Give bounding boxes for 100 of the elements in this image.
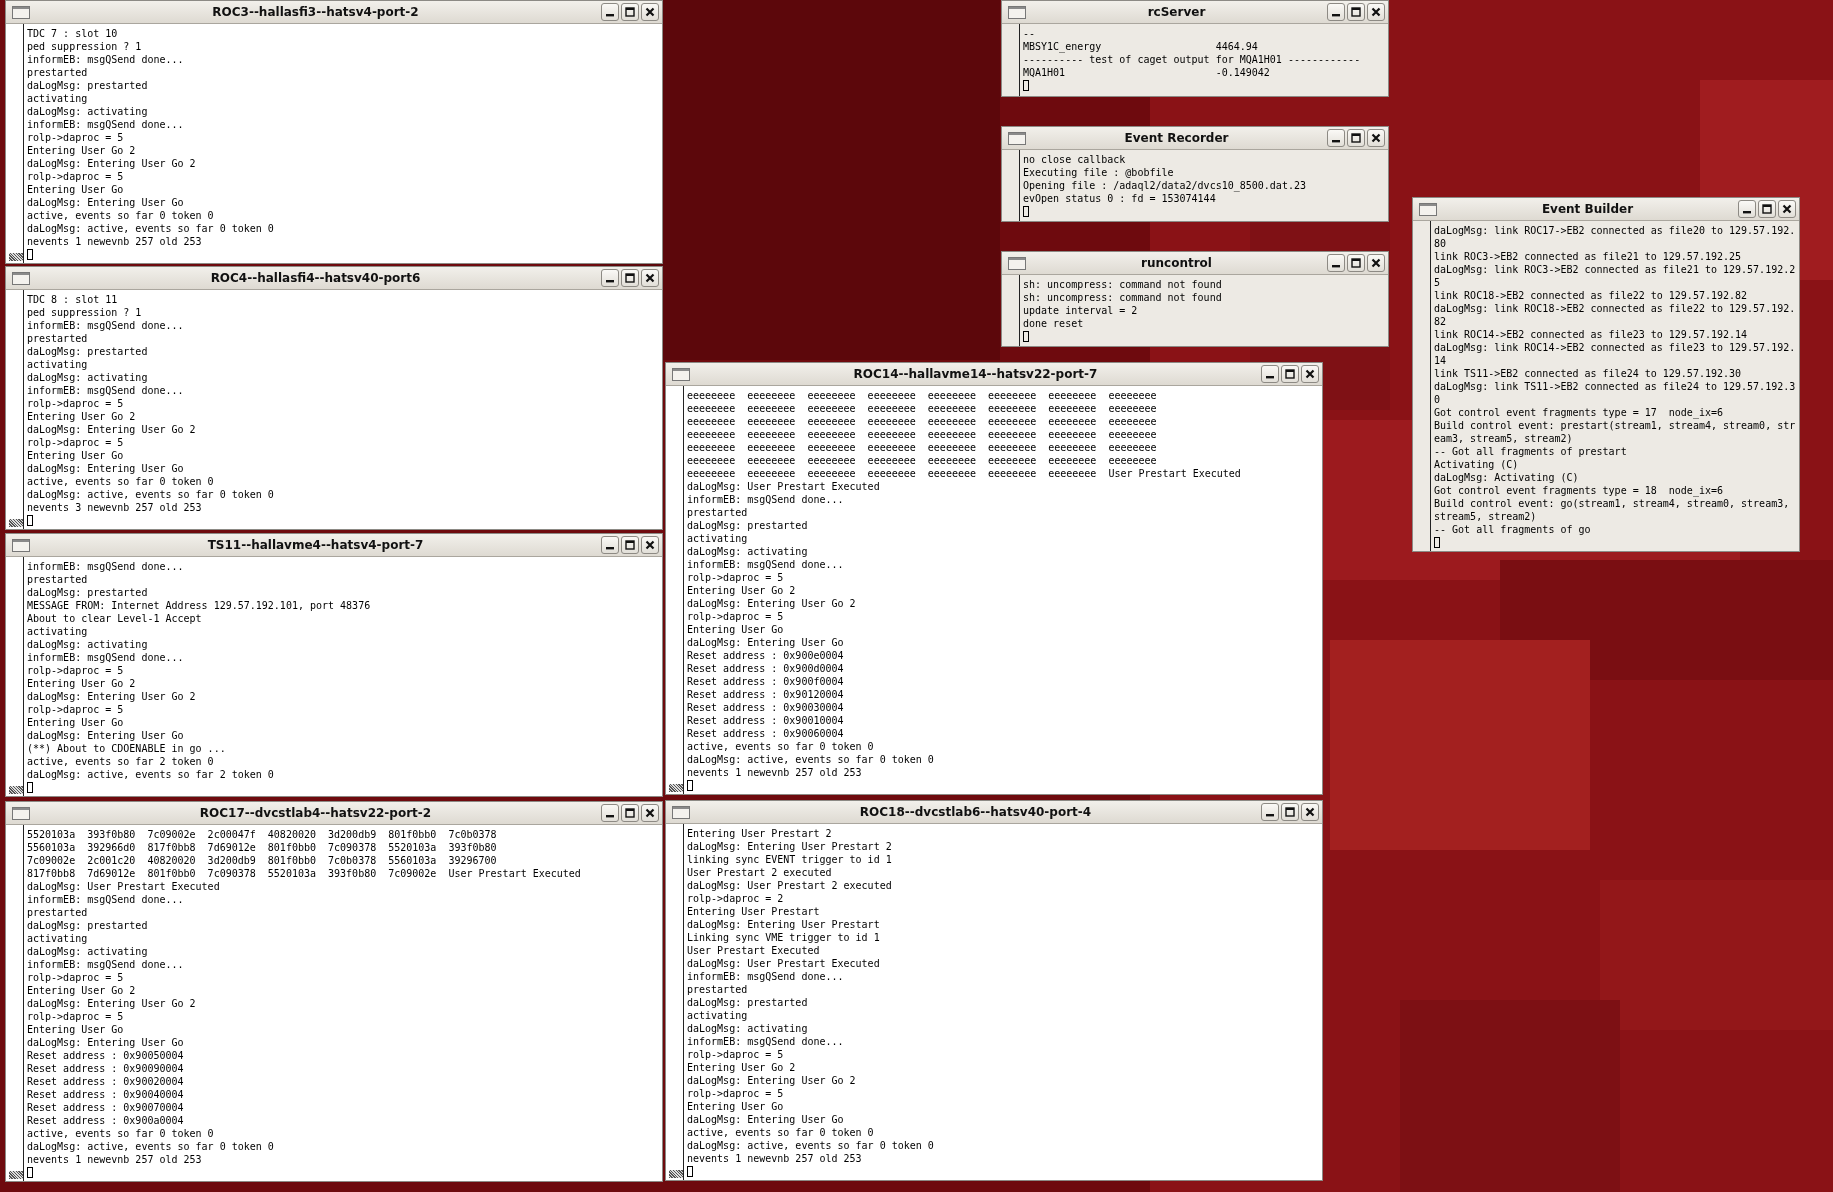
- log-line: Reset address : 0x900d0004: [687, 662, 845, 675]
- close-button[interactable]: [641, 804, 659, 822]
- log-line: Build control event: prestart(stream1, stream4, stream0, stream3, stream5, stream2): [1434, 419, 1796, 445]
- scrollbar[interactable]: [9, 825, 24, 1181]
- log-line: rolp->daproc = 5: [27, 131, 125, 144]
- maximize-button[interactable]: [1281, 803, 1299, 821]
- log-line: daLogMsg: User Prestart Executed: [27, 880, 221, 893]
- scrollbar[interactable]: [9, 24, 24, 263]
- log-line: Reset address : 0x900f0004: [687, 675, 845, 688]
- scrollbar-thumb[interactable]: [9, 519, 23, 527]
- log-line: daLogMsg: prestarted: [27, 79, 149, 92]
- scrollbar[interactable]: [9, 557, 24, 796]
- log-line: Reset address : 0x90120004: [687, 688, 845, 701]
- maximize-button[interactable]: [621, 3, 639, 21]
- minimize-button[interactable]: [1738, 200, 1756, 218]
- scrollbar-thumb[interactable]: [9, 786, 23, 794]
- scrollbar[interactable]: [669, 824, 684, 1180]
- maximize-button[interactable]: [1347, 254, 1365, 272]
- log-line: Reset address : 0x90010004: [687, 714, 845, 727]
- log-line: daLogMsg: prestarted: [27, 919, 149, 932]
- log-line: daLogMsg: Entering User Go 2: [687, 597, 857, 610]
- minimize-button[interactable]: [601, 804, 619, 822]
- log-line: Entering User Go 2: [687, 584, 797, 597]
- window-menu-icon[interactable]: [1008, 131, 1026, 145]
- log-line: daLogMsg: Entering User Go: [687, 636, 845, 649]
- maximize-icon: [1762, 204, 1772, 214]
- log-line: daLogMsg: Activating (C): [1434, 471, 1580, 484]
- log-line: -- Got all fragments of go: [1434, 523, 1592, 536]
- close-button[interactable]: [641, 269, 659, 287]
- window-menu-icon[interactable]: [12, 271, 30, 285]
- log-line: informEB: msgQSend done...: [27, 560, 185, 573]
- log-line: ped suppression ? 1: [27, 306, 143, 319]
- window-menu-icon[interactable]: [12, 538, 30, 552]
- log-line: daLogMsg: User Prestart 2 executed: [687, 879, 893, 892]
- window-title: ROC17--dvcstlab4--hatsv22-port-2: [198, 806, 433, 820]
- maximize-button[interactable]: [621, 536, 639, 554]
- log-line: Entering User Go 2: [27, 984, 137, 997]
- log-line: Executing file : @bobfile: [1023, 166, 1175, 179]
- scrollbar[interactable]: [669, 386, 684, 794]
- close-icon: [1371, 133, 1381, 143]
- close-button[interactable]: [1301, 365, 1319, 383]
- maximize-button[interactable]: [1347, 3, 1365, 21]
- minimize-button[interactable]: [1261, 365, 1279, 383]
- scrollbar-thumb[interactable]: [9, 253, 23, 261]
- window-title: TS11--hallavme4--hatsv4-port-7: [206, 538, 425, 552]
- window-menu-icon[interactable]: [672, 805, 690, 819]
- scrollbar-thumb[interactable]: [669, 1170, 683, 1178]
- minimize-button[interactable]: [1327, 254, 1345, 272]
- scrollbar-thumb[interactable]: [669, 784, 683, 792]
- minimize-button[interactable]: [601, 269, 619, 287]
- log-line: prestarted: [687, 983, 749, 996]
- maximize-icon: [625, 273, 635, 283]
- log-line: rolp->daproc = 5: [27, 397, 125, 410]
- log-line: rolp->daproc = 5: [687, 1087, 785, 1100]
- log-line: daLogMsg: prestarted: [27, 586, 149, 599]
- window-menu-icon[interactable]: [672, 367, 690, 381]
- close-icon: [1305, 807, 1315, 817]
- minimize-button[interactable]: [1327, 129, 1345, 147]
- minimize-button[interactable]: [601, 3, 619, 21]
- scrollbar[interactable]: [9, 290, 24, 529]
- close-button[interactable]: [1778, 200, 1796, 218]
- log-line: nevents 1 newevnb 257 old 253: [687, 1152, 863, 1165]
- close-icon: [1371, 7, 1381, 17]
- log-line: active, events so far 0 token 0: [27, 209, 215, 222]
- close-button[interactable]: [1367, 129, 1385, 147]
- log-line: link ROC14->EB2 connected as file23 to 129.57.192.14: [1434, 328, 1749, 341]
- maximize-button[interactable]: [1281, 365, 1299, 383]
- minimize-button[interactable]: [1327, 3, 1345, 21]
- window-menu-icon[interactable]: [1008, 5, 1026, 19]
- window-menu-icon[interactable]: [1008, 256, 1026, 270]
- close-button[interactable]: [1367, 254, 1385, 272]
- log-line: daLogMsg: active, events so far 2 token 0: [27, 768, 275, 781]
- log-line: daLogMsg: Entering User Go: [27, 1036, 185, 1049]
- minimize-button[interactable]: [1261, 803, 1279, 821]
- log-line: informEB: msgQSend done...: [27, 53, 185, 66]
- window-menu-icon[interactable]: [12, 806, 30, 820]
- window-title: ROC4--hallasfi4--hatsv40-port6: [209, 271, 422, 285]
- log-line: nevents 3 newevnb 257 old 253: [27, 501, 203, 514]
- scrollbar-thumb[interactable]: [9, 1171, 23, 1179]
- window-menu-icon[interactable]: [1419, 202, 1437, 216]
- minimize-button[interactable]: [601, 536, 619, 554]
- log-line: Entering User Go: [27, 716, 125, 729]
- log-line: Entering User Go: [27, 183, 125, 196]
- log-line: daLogMsg: activating: [27, 638, 149, 651]
- window-menu-icon[interactable]: [12, 5, 30, 19]
- minimize-icon: [606, 280, 614, 283]
- maximize-button[interactable]: [621, 269, 639, 287]
- log-line: Entering User Go: [687, 623, 785, 636]
- text-cursor: [687, 1166, 693, 1177]
- close-button[interactable]: [1367, 3, 1385, 21]
- maximize-button[interactable]: [1758, 200, 1776, 218]
- maximize-button[interactable]: [621, 804, 639, 822]
- maximize-button[interactable]: [1347, 129, 1365, 147]
- log-line: Entering User Go 2: [687, 1061, 797, 1074]
- close-button[interactable]: [641, 536, 659, 554]
- close-button[interactable]: [1301, 803, 1319, 821]
- log-line: Activating (C): [1434, 458, 1520, 471]
- close-button[interactable]: [641, 3, 659, 21]
- minimize-icon: [606, 14, 614, 17]
- log-line: Got control event fragments type = 17 node_ix=6: [1434, 406, 1724, 419]
